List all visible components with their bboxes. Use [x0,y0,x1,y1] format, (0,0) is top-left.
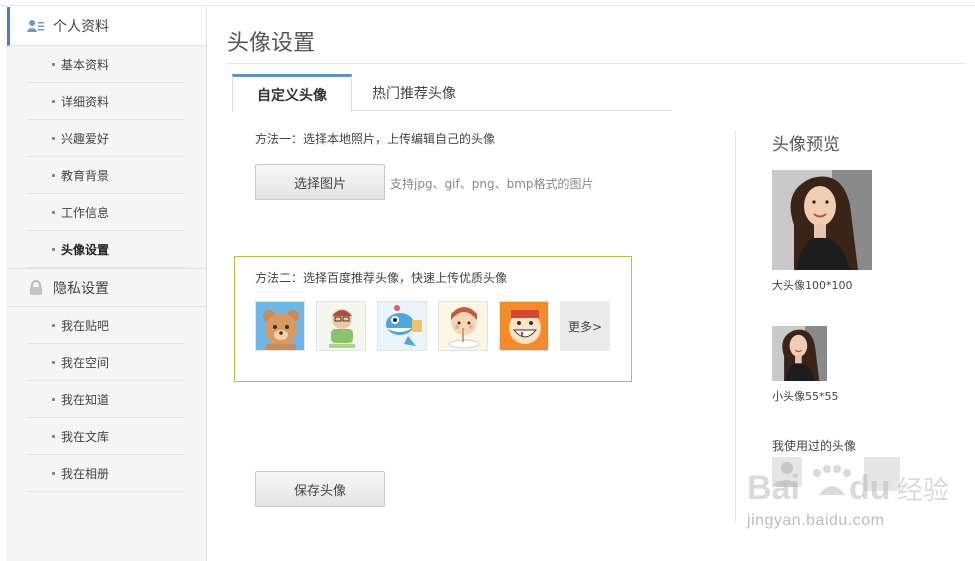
sidebar-section-label: 隐私设置 [53,280,109,297]
privacy-nav-list: 我在贴吧 我在空间 我在知道 我在文库 我在相册 [7,307,206,492]
page-title: 头像设置 [227,31,316,56]
used-avatar-item[interactable] [864,457,900,491]
preview-title: 头像预览 [772,135,840,155]
used-avatars-list [772,457,900,491]
avatar-tabs: 自定义头像 热门推荐头像 [232,74,672,112]
bullet-icon [52,324,55,327]
sidebar-item-detail-info[interactable]: 详细资料 [27,83,185,120]
lock-icon [27,279,45,296]
sidebar-section-profile[interactable]: 个人资料 [7,7,206,46]
recommended-avatars-box: 方法二：选择百度推荐头像，快速上传优质头像 更多> [234,256,632,382]
large-avatar-caption: 大头像100*100 [772,279,853,292]
format-hint: 支持jpg、gif、png、bmp格式的图片 [390,177,594,191]
bullet-icon [52,435,55,438]
top-rule [0,0,975,6]
small-avatar-preview [772,326,827,381]
bullet-icon [52,248,55,251]
watermark-url: jingyan.baidu.com [747,512,885,529]
fish-avatar[interactable] [377,301,427,351]
bullet-icon [52,211,55,214]
grandpa-avatar[interactable] [316,301,366,351]
method2-text: 方法二：选择百度推荐头像，快速上传优质头像 [255,271,508,285]
svg-text:经验: 经验 [897,476,949,506]
sidebar-section-privacy[interactable]: 隐私设置 [7,268,206,307]
more-avatars-button[interactable]: 更多> [560,301,610,351]
select-image-button[interactable]: 选择图片 [255,164,385,200]
profile-nav-list: 基本资料 详细资料 兴趣爱好 教育背景 工作信息 头像设置 [7,46,206,268]
method1-text: 方法一：选择本地照片，上传编辑自己的头像 [255,132,496,146]
sidebar-item-avatar-settings[interactable]: 头像设置 [27,231,185,268]
sidebar-section-label: 个人资料 [53,19,109,35]
bullet-icon [52,398,55,401]
sidebar-item-hobbies[interactable]: 兴趣爱好 [27,120,185,157]
bullet-icon [52,361,55,364]
recommended-avatar-list: 更多> [255,301,610,351]
bullet-icon [52,137,55,140]
main-content: 头像设置 自定义头像 热门推荐头像 方法一：选择本地照片，上传编辑自己的头像 选… [227,7,967,561]
used-avatar-item[interactable] [772,457,802,487]
bullet-icon [52,63,55,66]
used-avatar-item[interactable] [810,457,856,487]
bullet-icon [52,472,55,475]
large-avatar-preview [772,170,872,270]
sidebar: 个人资料 基本资料 详细资料 兴趣爱好 教育背景 工作信息 头像设置 隐私设置 … [7,7,207,561]
sidebar-item-education[interactable]: 教育背景 [27,157,185,194]
bullet-icon [52,174,55,177]
small-avatar-caption: 小头像55*55 [772,390,839,403]
sidebar-item-tieba[interactable]: 我在贴吧 [27,307,185,344]
save-avatar-button[interactable]: 保存头像 [255,471,385,507]
girl-eating-avatar[interactable] [438,301,488,351]
sidebar-item-work[interactable]: 工作信息 [27,194,185,231]
user-card-icon [27,18,45,34]
bear-avatar[interactable] [255,301,305,351]
bullet-icon [52,100,55,103]
vertical-divider [735,130,736,522]
used-avatars-title: 我使用过的头像 [772,439,857,453]
sidebar-item-zhidao[interactable]: 我在知道 [27,381,185,418]
sidebar-item-space[interactable]: 我在空间 [27,344,185,381]
sidebar-item-album[interactable]: 我在相册 [27,455,185,492]
sidebar-item-basic-info[interactable]: 基本资料 [27,46,185,83]
tab-custom-avatar[interactable]: 自定义头像 [232,74,352,112]
tab-popular-avatars[interactable]: 热门推荐头像 [354,74,474,111]
sidebar-item-wenku[interactable]: 我在文库 [27,418,185,455]
title-divider [227,63,965,64]
smiling-face-avatar[interactable] [499,301,549,351]
